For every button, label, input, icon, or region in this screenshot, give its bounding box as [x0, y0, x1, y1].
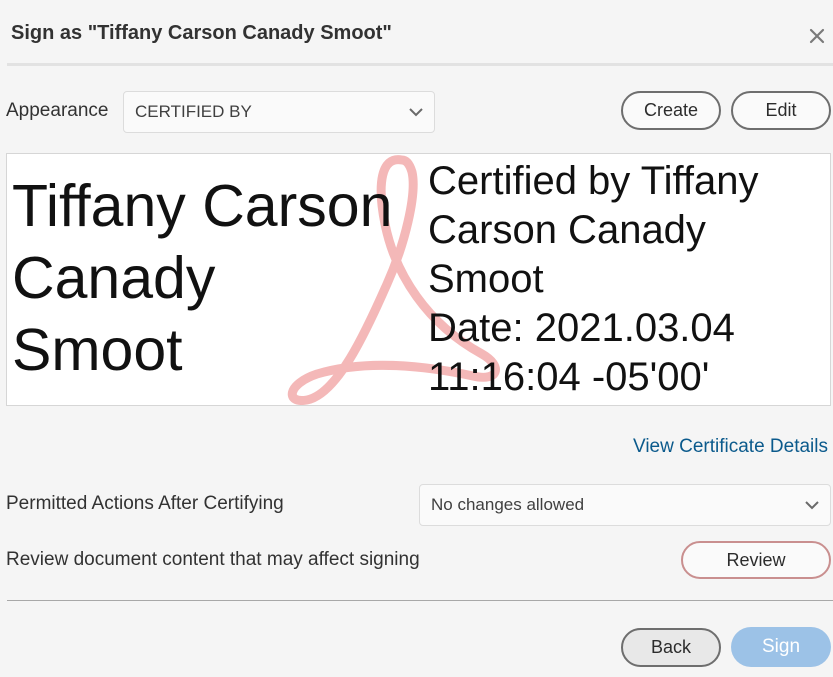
signature-detail-line: 11:16:04 -05'00'	[428, 355, 710, 399]
signature-name-line: Canady	[12, 245, 216, 311]
signature-detail-line: Certified by Tiffany	[428, 159, 759, 203]
signature-detail-line: Smoot	[428, 257, 544, 301]
edit-button[interactable]: Edit	[731, 91, 831, 130]
title-divider	[7, 63, 833, 66]
permitted-actions-dropdown[interactable]: No changes allowed	[419, 484, 831, 526]
signature-name-line: Smoot	[12, 317, 183, 383]
view-certificate-details-link[interactable]: View Certificate Details	[633, 436, 828, 458]
appearance-selected-value: CERTIFIED BY	[135, 102, 252, 121]
signature-preview: Tiffany Carson Canady Smoot Certified by…	[6, 153, 831, 406]
footer-divider	[7, 600, 833, 601]
appearance-dropdown[interactable]: CERTIFIED BY	[123, 91, 435, 133]
permitted-actions-label: Permitted Actions After Certifying	[6, 493, 284, 514]
dialog-title: Sign as "Tiffany Carson Canady Smoot"	[11, 22, 392, 44]
chevron-down-icon	[409, 108, 423, 117]
close-icon[interactable]	[806, 25, 828, 47]
review-button[interactable]: Review	[681, 541, 831, 579]
signature-detail-line: Carson Canady	[428, 208, 706, 252]
chevron-down-icon	[805, 501, 819, 510]
appearance-label: Appearance	[6, 100, 109, 121]
signature-name-line: Tiffany Carson	[12, 173, 393, 239]
create-button[interactable]: Create	[621, 91, 721, 130]
signature-name: Tiffany Carson Canady Smoot	[12, 170, 422, 386]
review-content-label: Review document content that may affect …	[6, 549, 420, 570]
signature-details: Certified by Tiffany Carson Canady Smoot…	[428, 157, 828, 402]
back-button[interactable]: Back	[621, 628, 721, 667]
signature-detail-line: Date: 2021.03.04	[428, 306, 735, 350]
sign-button[interactable]: Sign	[731, 627, 831, 667]
permitted-actions-selected-value: No changes allowed	[431, 495, 585, 514]
